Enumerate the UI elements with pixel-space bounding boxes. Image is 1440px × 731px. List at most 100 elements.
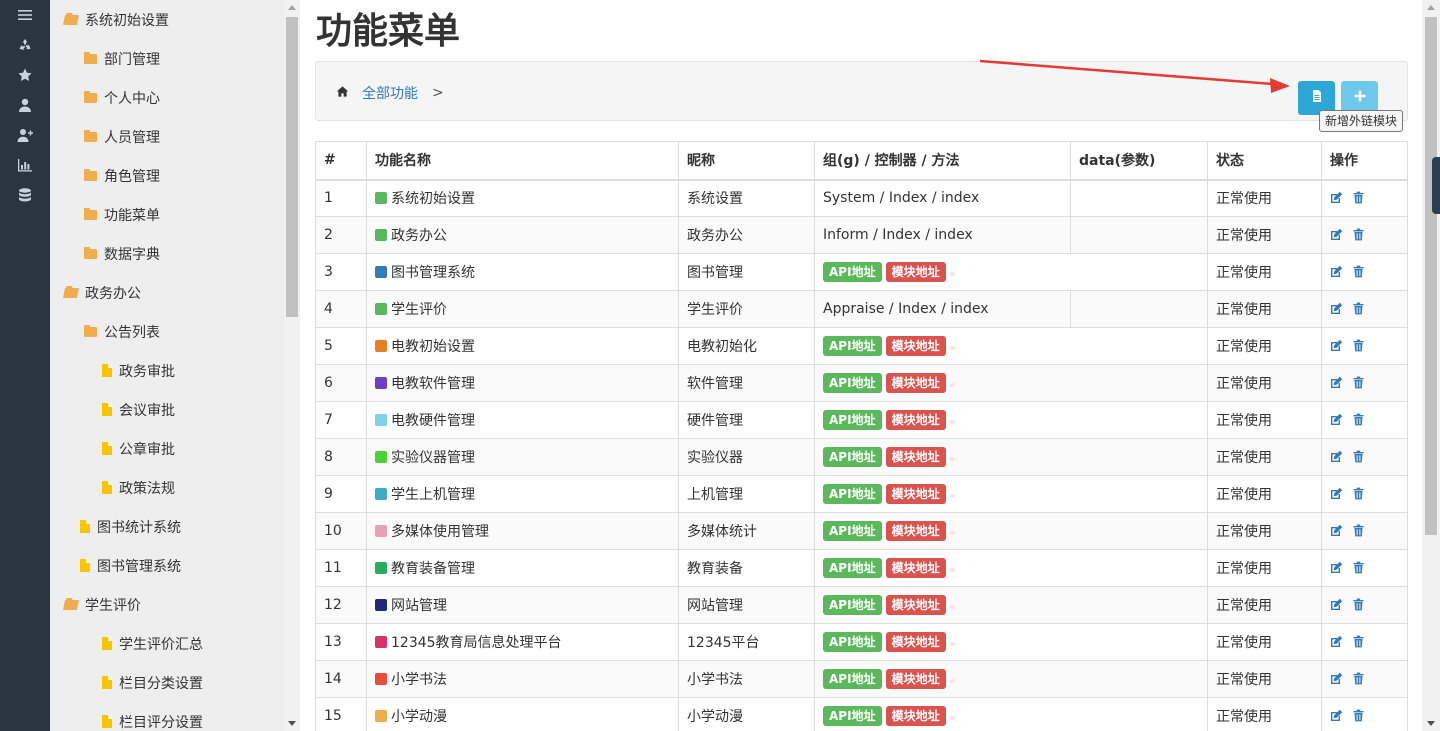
edit-icon[interactable] [1330, 264, 1352, 280]
recycle-icon[interactable] [0, 30, 50, 60]
name-cell: 电教软件管理 [366, 364, 679, 402]
edit-icon[interactable] [1330, 190, 1352, 206]
tree-item[interactable]: 人员管理 [84, 117, 160, 156]
module-address-label[interactable]: 模块地址 [885, 632, 946, 652]
trash-icon[interactable] [1352, 190, 1374, 206]
tree-item[interactable]: 图书统计系统 [80, 507, 181, 546]
trash-icon[interactable] [1352, 634, 1374, 650]
scroll-down-arrow[interactable] [288, 721, 296, 726]
trash-icon[interactable] [1352, 597, 1374, 613]
scroll-up-arrow[interactable] [288, 5, 296, 10]
status-cell: 正常使用 [1207, 475, 1322, 513]
module-address-label[interactable]: 模块地址 [885, 706, 946, 726]
tree-item[interactable]: 政务办公 [62, 273, 141, 312]
edit-icon[interactable] [1330, 634, 1352, 650]
tree-item[interactable]: 栏目评分设置 [102, 702, 203, 731]
sidebar-scrollbar[interactable] [284, 0, 300, 731]
api-address-label[interactable]: API地址 [823, 447, 882, 467]
tree-item[interactable]: 数据字典 [84, 234, 160, 273]
module-address-label[interactable]: 模块地址 [885, 521, 946, 541]
api-address-label[interactable]: API地址 [823, 632, 882, 652]
trash-icon[interactable] [1352, 449, 1374, 465]
module-address-label[interactable]: 模块地址 [885, 410, 946, 430]
tree-item[interactable]: 学生评价 [62, 585, 141, 624]
trash-icon[interactable] [1352, 264, 1374, 280]
edit-icon[interactable] [1330, 375, 1352, 391]
tree-item[interactable]: 政务审批 [102, 351, 175, 390]
module-address-label[interactable]: 模块地址 [885, 447, 946, 467]
module-address-label[interactable]: 模块地址 [885, 558, 946, 578]
edit-icon[interactable] [1330, 560, 1352, 576]
api-address-label[interactable]: API地址 [823, 484, 882, 504]
api-address-label[interactable]: API地址 [823, 558, 882, 578]
api-address-label[interactable]: API地址 [823, 410, 882, 430]
status-cell: 正常使用 [1207, 253, 1322, 291]
tree-item[interactable]: 功能菜单 [84, 195, 160, 234]
home-icon[interactable] [336, 85, 349, 102]
tree-item[interactable]: 个人中心 [84, 78, 160, 117]
page-scroll-down-arrow[interactable] [1427, 721, 1435, 726]
scroll-thumb[interactable] [286, 17, 298, 317]
trash-icon[interactable] [1352, 486, 1374, 502]
edit-icon[interactable] [1330, 486, 1352, 502]
add-user-icon[interactable] [0, 120, 50, 150]
tree-item[interactable]: 政策法规 [102, 468, 175, 507]
module-address-label[interactable]: 模块地址 [885, 669, 946, 689]
api-address-label[interactable]: API地址 [823, 373, 882, 393]
trash-icon[interactable] [1352, 375, 1374, 391]
module-address-label[interactable]: 模块地址 [885, 595, 946, 615]
module-address-label[interactable]: 模块地址 [885, 484, 946, 504]
trash-icon[interactable] [1352, 523, 1374, 539]
edit-icon[interactable] [1330, 412, 1352, 428]
tree-item[interactable]: 角色管理 [84, 156, 160, 195]
api-address-label[interactable]: API地址 [823, 706, 882, 726]
page-scroll-up-arrow[interactable] [1427, 5, 1435, 10]
name-cell: 小学书法 [366, 660, 679, 698]
trash-icon[interactable] [1352, 412, 1374, 428]
action-cell [1321, 623, 1408, 661]
tree-item[interactable]: 部门管理 [84, 39, 160, 78]
star-icon[interactable] [0, 60, 50, 90]
tree-item[interactable]: 公章审批 [102, 429, 175, 468]
module-address-label[interactable]: 模块地址 [885, 373, 946, 393]
edit-icon[interactable] [1330, 449, 1352, 465]
trash-icon[interactable] [1352, 338, 1374, 354]
nick-cell: 小学书法 [678, 660, 815, 698]
trash-icon[interactable] [1352, 227, 1374, 243]
menu-icon[interactable] [0, 0, 50, 30]
page-scrollbar[interactable] [1422, 0, 1440, 731]
api-address-label[interactable]: API地址 [823, 595, 882, 615]
api-address-label[interactable]: API地址 [823, 262, 882, 282]
edit-icon[interactable] [1330, 227, 1352, 243]
api-address-label[interactable]: API地址 [823, 669, 882, 689]
edit-icon[interactable] [1330, 338, 1352, 354]
tree-item[interactable]: 栏目分类设置 [102, 663, 203, 702]
breadcrumb-root-link[interactable]: 全部功能 [362, 83, 418, 103]
trash-icon[interactable] [1352, 560, 1374, 576]
tree-item[interactable]: 公告列表 [84, 312, 160, 351]
api-address-label[interactable]: API地址 [823, 336, 882, 356]
table-row: 13 12345教育局信息处理平台 12345平台 API地址 模块地址 正常使用 [315, 623, 1408, 661]
route-cell: API地址 模块地址 [814, 512, 1208, 550]
edit-icon[interactable] [1330, 708, 1352, 724]
side-handle[interactable] [1432, 157, 1440, 214]
trash-icon[interactable] [1352, 671, 1374, 687]
edit-icon[interactable] [1330, 301, 1352, 317]
tree-item[interactable]: 系统初始设置 [62, 0, 169, 39]
edit-icon[interactable] [1330, 523, 1352, 539]
trash-icon[interactable] [1352, 301, 1374, 317]
user-icon[interactable] [0, 90, 50, 120]
trash-icon[interactable] [1352, 708, 1374, 724]
module-address-label[interactable]: 模块地址 [885, 262, 946, 282]
api-address-label[interactable]: API地址 [823, 521, 882, 541]
tree-item[interactable]: 会议审批 [102, 390, 175, 429]
edit-icon[interactable] [1330, 597, 1352, 613]
function-name: 系统初始设置 [391, 191, 475, 208]
database-icon[interactable] [0, 180, 50, 210]
page-scroll-thumb[interactable] [1425, 17, 1437, 535]
module-address-label[interactable]: 模块地址 [885, 336, 946, 356]
bar-chart-icon[interactable] [0, 150, 50, 180]
tree-item[interactable]: 图书管理系统 [80, 546, 181, 585]
tree-item[interactable]: 学生评价汇总 [102, 624, 203, 663]
edit-icon[interactable] [1330, 671, 1352, 687]
